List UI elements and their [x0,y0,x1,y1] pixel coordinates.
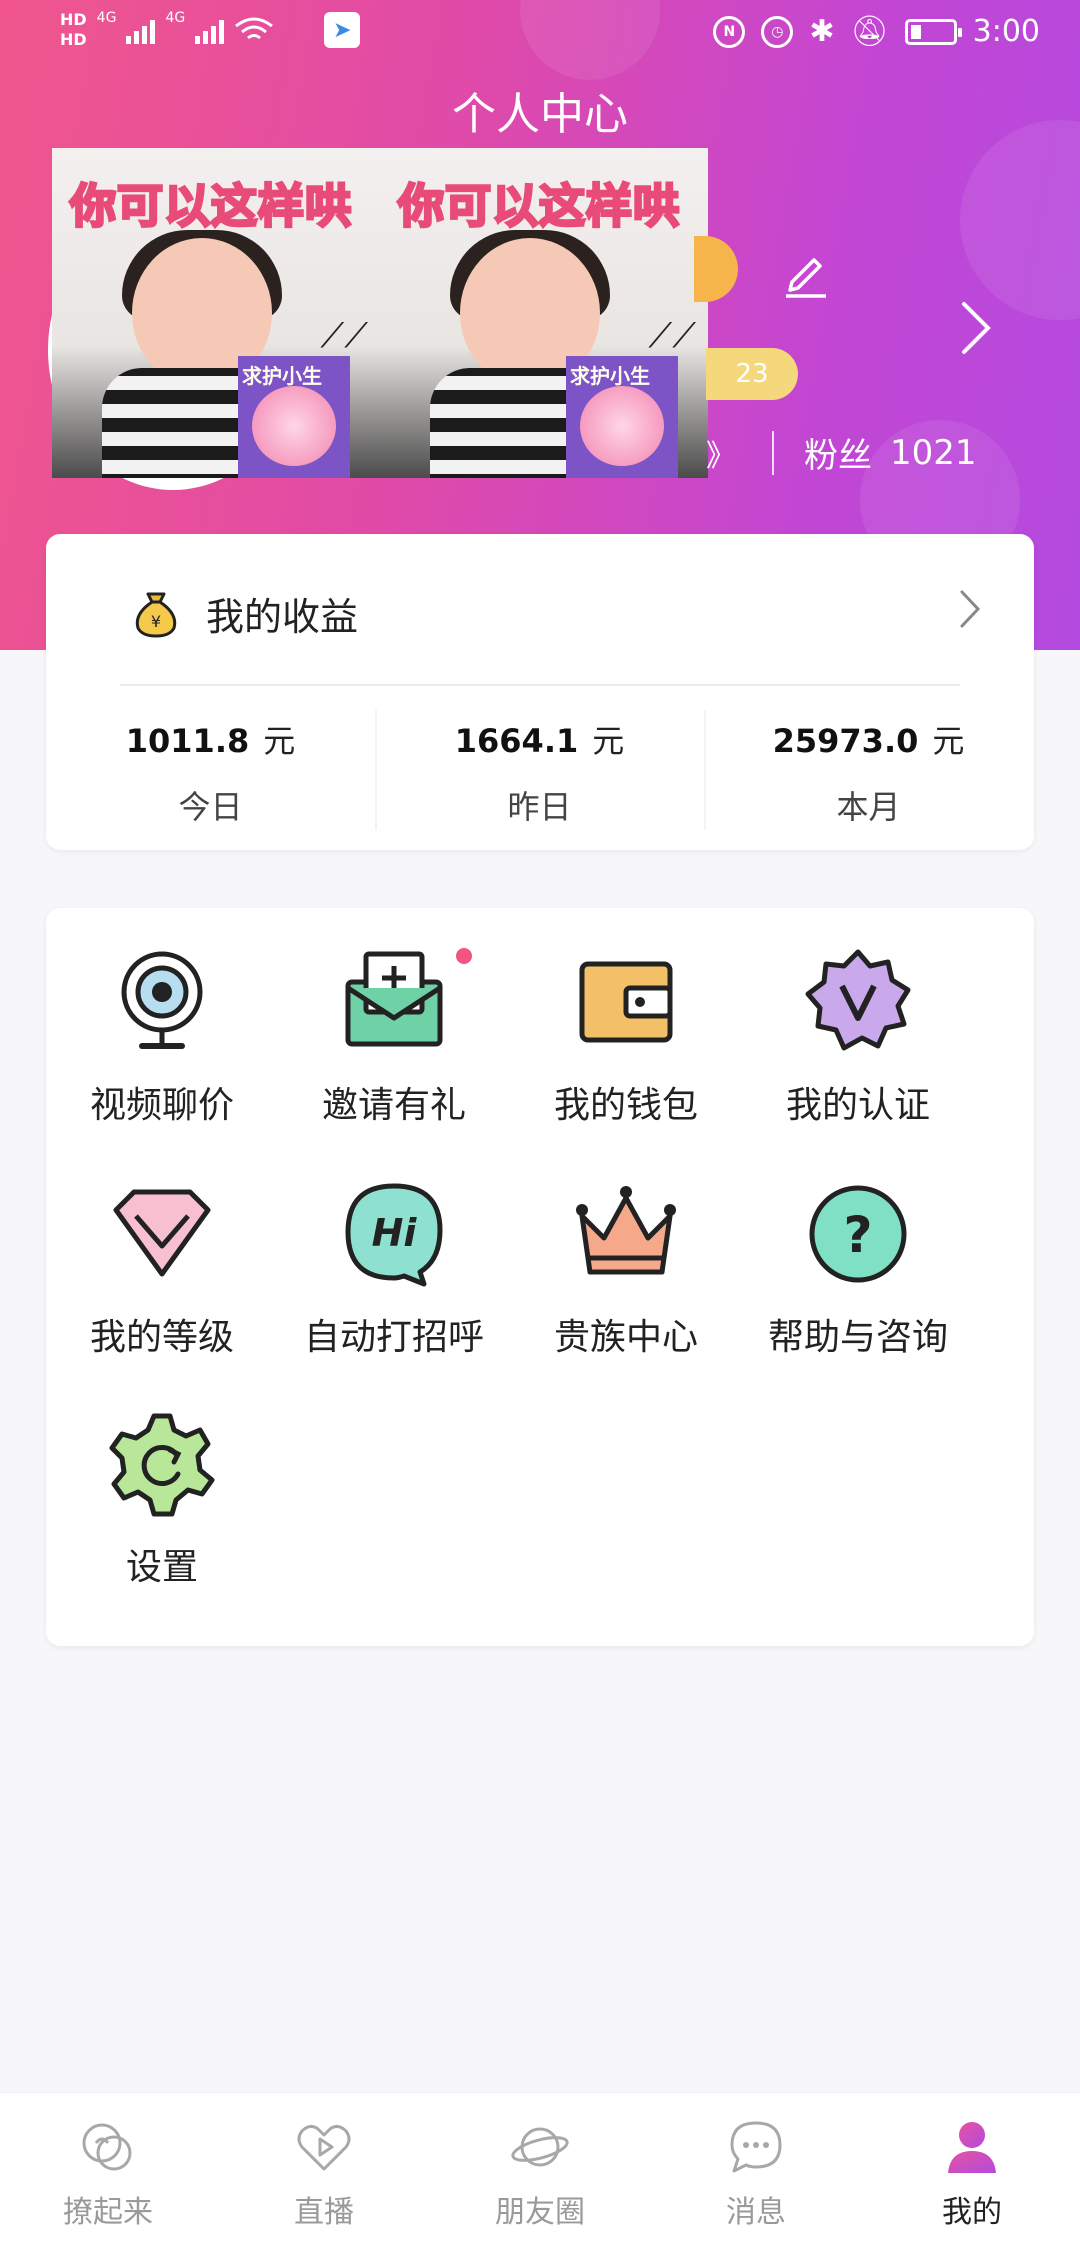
hd-indicator-1: HD [60,10,87,29]
bluetooth-icon: ✱ [809,14,835,49]
app-notification-icon: ➤ [324,12,361,48]
diamond-level-icon [113,1189,211,1277]
menu-my-level[interactable]: 我的等级 [46,1180,278,1360]
menu-label: 我的等级 [89,1317,234,1358]
menu-auto-greeting[interactable]: Hi 自动打招呼 [278,1180,510,1360]
mute-icon: 🔕︎ [850,14,889,49]
fans-count: 1021 [890,432,977,473]
fans-label: 粉丝 [804,436,872,476]
menu-label: 邀请有礼 [321,1085,466,1126]
hd-indicator-2: HD [60,30,87,49]
feature-grid: 视频聊价 邀请有礼 我的钱包 我的认证 我的等级 Hi 自动打招呼 贵族中心 ?… [46,908,1034,1646]
network-type-2: 4G [165,10,186,26]
earnings-yesterday: 1664.1 元 昨日 [375,716,704,828]
profile-chevron-right-icon[interactable] [958,298,994,358]
settings-gear-icon [109,1413,215,1517]
page-title: 个人中心 [452,89,628,140]
menu-my-wallet[interactable]: 我的钱包 [510,948,742,1128]
earnings-unit: 元 [263,722,296,760]
money-bag-icon: ¥ [135,592,177,637]
earnings-unit: 元 [592,722,625,760]
svg-text:Hi: Hi [372,1211,418,1255]
status-bar: HD HD 4G 4G ➤ N ◷ ✱ 🔕︎ 3:00 [0,0,1080,72]
menu-noble-center[interactable]: 贵族中心 [510,1180,742,1360]
earnings-today: 1011.8 元 今日 [46,716,375,828]
profile-icon [948,2122,996,2173]
earnings-label: 今日 [178,788,243,826]
earnings-value: 1011.8 [125,722,250,760]
earnings-unit: 元 [932,722,965,760]
earnings-label: 本月 [836,788,901,826]
earnings-label: 昨日 [507,788,572,826]
battery-icon [904,18,962,45]
svg-text:¥: ¥ [151,612,161,631]
heart-play-icon [297,2124,351,2171]
meme-sticker-image: 你可以这样哄 求护小生 ⟋⟋ 你可以这样哄 求护小生 ⟋⟋ [52,148,708,478]
earnings-card[interactable]: ¥ 我的收益 1011.8 元 今日 1664.1 元 昨日 25973.0 元 本月 [46,534,1034,850]
invite-mail-icon [345,951,443,1047]
tab-label: 直播 [294,2195,354,2230]
svg-text:?: ? [843,1206,872,1264]
tab-label: 消息 [726,2195,786,2230]
nfc-icon: N [713,15,746,48]
menu-my-verification[interactable]: 我的认证 [742,948,974,1128]
verified-badge-icon [805,949,911,1051]
menu-label: 视频聊价 [89,1085,234,1126]
alarm-icon: ◷ [761,15,794,48]
tab-live[interactable]: 直播 [216,2093,432,2244]
meme-card-label-left: 求护小生 [242,364,322,388]
camera-icon [121,951,203,1049]
crown-icon [576,1186,676,1275]
menu-label: 自动打招呼 [303,1317,484,1358]
bottom-tab-bar: 撩起来 直播 朋友圈 消息 我的 [0,2092,1080,2244]
notification-dot [456,948,472,964]
clock-time: 3:00 [972,14,1040,49]
profile-stats: 》 粉丝 1021 [706,428,977,477]
menu-help-consult[interactable]: ? 帮助与咨询 [742,1180,974,1360]
tab-moments[interactable]: 朋友圈 [432,2093,648,2244]
menu-label: 贵族中心 [553,1317,698,1358]
planet-icon [511,2127,569,2167]
tab-mine[interactable]: 我的 [864,2093,1080,2244]
hi-bubble-icon: Hi [345,1183,443,1287]
wallet-icon [579,961,673,1043]
signal-icon [126,16,156,44]
menu-invite-gift[interactable]: 邀请有礼 [278,948,510,1128]
earnings-chevron-right-icon[interactable] [958,588,982,630]
level-badge: 23 [706,348,798,400]
help-icon: ? [809,1185,907,1283]
message-icon [730,2121,782,2173]
tab-label: 我的 [942,2195,1002,2230]
tab-messages[interactable]: 消息 [648,2093,864,2244]
menu-label: 我的认证 [785,1085,930,1126]
tab-label: 撩起来 [63,2195,153,2230]
menu-video-chat-price[interactable]: 视频聊价 [46,948,278,1128]
level-badge-value: 23 [735,359,769,389]
menu-label: 我的钱包 [553,1085,698,1126]
menu-label: 帮助与咨询 [767,1317,948,1358]
meme-caption-left: 你可以这样哄 [69,178,353,235]
tab-label: 朋友圈 [495,2195,585,2230]
meme-caption-right: 你可以这样哄 [397,178,681,235]
earnings-month: 25973.0 元 本月 [704,716,1033,828]
tab-flirt[interactable]: 撩起来 [0,2093,216,2244]
network-type-1: 4G [96,10,117,26]
edit-icon[interactable] [780,248,832,300]
menu-settings[interactable]: 设置 [46,1410,278,1590]
earnings-title: 我的收益 [206,595,359,639]
wifi-icon [235,17,274,40]
meme-card-label-right: 求护小生 [570,364,650,388]
earnings-value: 25973.0 [772,722,919,760]
chat-bubbles-icon [82,2123,132,2171]
menu-label: 设置 [125,1547,198,1588]
signal-icon-2 [195,16,225,44]
earnings-value: 1664.1 [454,722,579,760]
